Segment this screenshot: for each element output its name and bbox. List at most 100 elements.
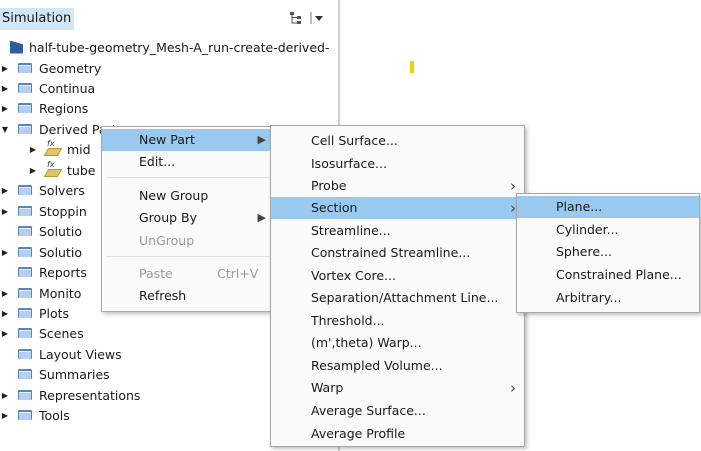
tree-item-label: Solutio [39,244,82,260]
menu-item-cell-surface[interactable]: Cell Surface... [271,130,524,152]
menu-item-streamline[interactable]: Streamline... [271,220,524,242]
tree-item-monito[interactable]: ▶ Monito [0,283,81,303]
tree-item-mid[interactable]: ▶ fx mid [28,139,91,159]
menu-item-resampled-volume[interactable]: Resampled Volume... [271,355,524,377]
tree-item-summaries[interactable]: Summaries [0,364,110,384]
section-submenu: Plane... Cylinder... Sphere... Constrained … [516,193,700,313]
expand-right-icon[interactable]: ▶ [0,186,10,195]
expand-right-icon[interactable]: ▶ [0,411,10,420]
derived-part-icon: fx [43,139,63,156]
simulation-panel-header: Simulation [0,8,337,30]
tree-item-tools[interactable]: ▶ Tools [0,405,70,425]
folder-icon [18,185,32,195]
tree-item-scenes[interactable]: ▶ Scenes [0,323,84,343]
menu-item-ungroup[interactable]: UnGroup [102,230,274,252]
tree-item-tube[interactable]: ▶ fx tube [28,160,96,180]
menu-item-warp[interactable]: Warp › [271,377,524,399]
menu-item-new-part[interactable]: New Part ▶ [102,129,274,151]
expand-right-icon[interactable]: ▶ [0,309,10,318]
tree-item-label: Continua [39,80,96,96]
paste-shortcut: Ctrl+V [217,266,259,281]
menu-item-average-surface[interactable]: Average Surface... [271,400,524,422]
tree-item-label: Summaries [39,366,110,382]
folder-icon [18,206,32,216]
tree-item-solvers[interactable]: ▶ Solvers [0,180,85,200]
expand-right-icon[interactable]: ▶ [0,104,10,113]
tree-item-label: mid [67,141,91,157]
tree-item-layout-views[interactable]: Layout Views [0,344,122,364]
simulation-icon [10,40,23,54]
tree-item-label: Plots [39,305,70,321]
folder-icon [18,349,32,359]
tree-item-solutio[interactable]: ▶ Solutio [0,242,82,262]
expand-right-icon[interactable]: ▶ [0,248,10,257]
menu-separator [106,256,270,257]
menu-item-average-profile[interactable]: Average Profile [271,423,524,445]
tree-item-label: Representations [39,387,141,403]
menu-item-constrained-streamline[interactable]: Constrained Streamline... [271,242,524,264]
menu-item-constrained-plane[interactable]: Constrained Plane... [517,264,699,286]
tree-item-label: Monito [39,285,82,301]
expand-right-icon[interactable]: ▶ [0,84,10,93]
new-part-submenu: Cell Surface... Isosurface... Probe › Sectio… [270,125,525,447]
expand-right-icon[interactable]: ▶ [0,391,10,400]
menu-item-probe[interactable]: Probe › [271,175,524,197]
expand-right-icon[interactable]: ▶ [0,207,10,216]
panel-menu-icon[interactable] [309,11,325,28]
folder-icon [18,308,32,318]
expand-right-icon[interactable]: ▶ [0,64,10,73]
menu-item-cylinder[interactable]: Cylinder... [517,219,699,241]
tree-item-label: Tools [39,407,70,423]
menu-item-separation-attachment-line[interactable]: Separation/Attachment Line... [271,287,524,309]
menu-item-threshold[interactable]: Threshold... [271,310,524,332]
menu-item-edit[interactable]: Edit... [102,151,274,173]
expand-right-icon[interactable]: ▶ [28,145,38,154]
expand-right-icon[interactable]: ▶ [28,166,38,175]
tree-item-label: tube [67,162,96,178]
folder-icon [18,124,32,134]
folder-icon [18,369,32,379]
menu-item-new-group[interactable]: New Group [102,185,274,207]
tree-item-label: Solvers [39,182,85,198]
tree-root[interactable]: half-tube-geometry_Mesh-A_run-create-der… [10,37,329,57]
folder-icon [18,83,32,93]
menu-item-arbitrary[interactable]: Arbitrary... [517,287,699,309]
folder-icon [18,226,32,236]
menu-item-plane[interactable]: Plane... [517,196,699,218]
menu-item-m-theta-warp[interactable]: (m',theta) Warp... [271,332,524,354]
menu-item-refresh[interactable]: Refresh [102,285,274,307]
tree-item-solutio[interactable]: Solutio [0,221,82,241]
tree-item-representations[interactable]: ▶ Representations [0,385,141,405]
folder-icon [18,390,32,400]
menu-item-paste[interactable]: Paste Ctrl+V [102,263,274,285]
submenu-arrow-icon: › [510,379,516,397]
menu-item-isosurface[interactable]: Isosurface... [271,153,524,175]
folder-icon [18,103,32,113]
tree-view-icon[interactable] [289,11,303,28]
tree-item-label: Scenes [39,325,84,341]
tree-item-label: Stoppin [39,203,87,219]
tree-item-continua[interactable]: ▶ Continua [0,78,95,98]
expand-right-icon[interactable]: ▶ [0,329,10,338]
folder-icon [18,288,32,298]
menu-item-section[interactable]: Section › [271,197,524,219]
context-menu: New Part ▶ Edit... New Group Group By ▶ … [101,126,275,312]
submenu-arrow-icon: ▶ [257,211,266,224]
folder-icon [18,328,32,338]
panel-title: Simulation [0,8,75,30]
menu-separator [106,177,270,178]
derived-part-icon: fx [43,160,63,177]
tree-item-plots[interactable]: ▶ Plots [0,303,69,323]
menu-item-sphere[interactable]: Sphere... [517,241,699,263]
menu-item-vortex-core[interactable]: Vortex Core... [271,265,524,287]
tree-item-geometry[interactable]: ▶ Geometry [0,58,101,78]
expand-right-icon[interactable]: ▶ [0,289,10,298]
tree-item-label: Geometry [39,60,102,76]
folder-icon [18,267,32,277]
graphics-marker [410,61,414,73]
tree-item-regions[interactable]: ▶ Regions [0,98,88,118]
expand-down-icon[interactable]: ▼ [0,125,10,134]
tree-item-reports[interactable]: Reports [0,262,87,282]
tree-item-stoppin[interactable]: ▶ Stoppin [0,201,87,221]
menu-item-group-by[interactable]: Group By ▶ [102,207,274,229]
